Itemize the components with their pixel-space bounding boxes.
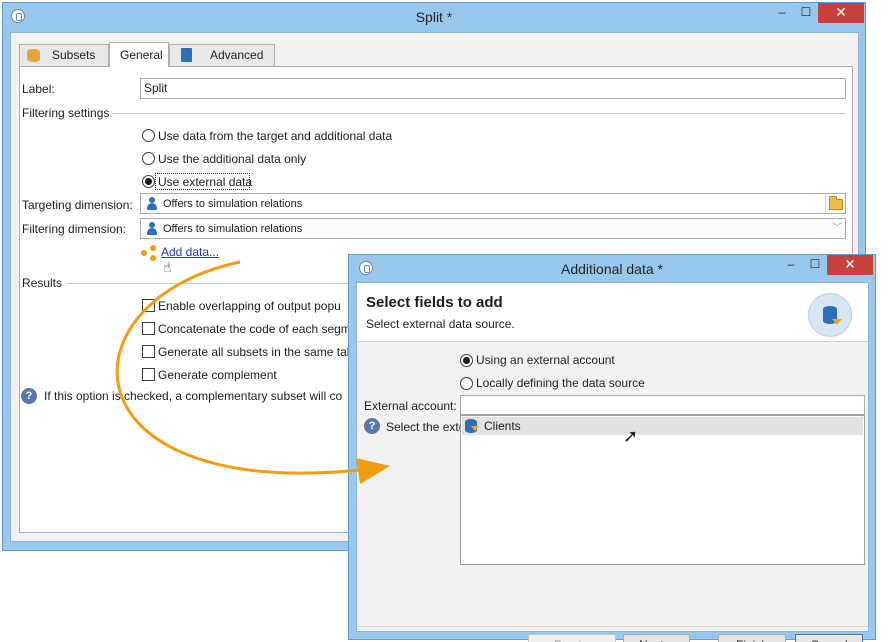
tab-subsets-label: Subsets: [52, 48, 96, 62]
radio-target-and-additional[interactable]: [142, 129, 155, 142]
results-help-text: If this option is checked, a complementa…: [44, 389, 343, 403]
maximize-button[interactable]: ☐: [794, 3, 818, 23]
checkbox-concatenate-code-label: Concatenate the code of each segm: [158, 322, 351, 336]
checkbox-same-table-label: Generate all subsets in the same tab: [158, 345, 354, 359]
results-heading: Results: [22, 276, 63, 290]
list-item-label: Clients: [484, 419, 521, 433]
split-window-title: Split *: [415, 9, 453, 25]
additional-data-client-area: Select fields to add Select external dat…: [356, 282, 869, 642]
checkbox-enable-overlapping-label: Enable overlapping of output popu: [158, 299, 341, 313]
tab-general[interactable]: General: [109, 42, 169, 67]
clipboard-icon: [181, 48, 192, 62]
person-icon: [147, 222, 157, 235]
footer-divider: [357, 626, 868, 627]
targeting-dimension-value: Offers to simulation relations: [163, 198, 303, 210]
radio-additional-only-label: Use the additional data only: [158, 152, 307, 166]
split-titlebar[interactable]: Split * – ☐ ✕: [3, 3, 865, 30]
down-arrow-icon: [471, 426, 479, 431]
radio-external-account-label: Using an external account: [476, 353, 615, 367]
external-account-input[interactable]: [460, 395, 865, 415]
finish-button[interactable]: Finish: [718, 634, 786, 642]
radio-external-account[interactable]: [460, 354, 473, 367]
external-help-text: Select the exte: [386, 420, 460, 434]
filtering-dimension-label: Filtering dimension:: [22, 222, 127, 236]
filtering-dimension-value: Offers to simulation relations: [163, 223, 303, 235]
tab-subsets[interactable]: Subsets: [19, 44, 109, 66]
mouse-cursor-icon: ➚: [623, 426, 639, 446]
targeting-dimension-label: Targeting dimension:: [22, 198, 133, 212]
database-icon: [808, 293, 852, 337]
maximize-button[interactable]: ☐: [803, 255, 827, 275]
checkbox-enable-overlapping[interactable]: [142, 299, 155, 312]
targeting-dimension-browse[interactable]: [825, 194, 845, 213]
share-icon: [141, 245, 157, 261]
additional-data-window: Additional data * – ☐ ✕ Select fields to…: [348, 254, 876, 642]
external-account-dropdown: Clients ➚: [460, 415, 865, 565]
wizard-header: Select fields to add Select external dat…: [357, 283, 868, 342]
label-field-label: Label:: [22, 82, 55, 96]
help-icon: ?: [21, 388, 37, 404]
filtering-dimension-select[interactable]: Offers to simulation relations ﹀: [140, 218, 846, 239]
radio-target-and-additional-label: Use data from the target and additional …: [158, 129, 393, 143]
folder-icon: [829, 196, 843, 210]
hand-cursor-icon: ☝: [163, 259, 172, 275]
minimize-button[interactable]: –: [779, 255, 803, 275]
filtering-settings-divider: [113, 113, 846, 114]
radio-additional-only[interactable]: [142, 152, 155, 165]
close-button[interactable]: ✕: [818, 3, 864, 23]
previous-button[interactable]: < Previous: [528, 634, 616, 642]
radio-external-data[interactable]: [142, 175, 155, 188]
add-data-link[interactable]: Add data...: [161, 245, 219, 259]
close-button[interactable]: ✕: [827, 255, 873, 275]
radio-local-source[interactable]: [460, 377, 473, 390]
database-icon: [27, 49, 40, 62]
radio-external-data-label: Use external data: [158, 175, 253, 189]
wizard-header-subtitle: Select external data source.: [366, 317, 515, 331]
targeting-dimension-field[interactable]: Offers to simulation relations: [140, 193, 846, 214]
external-account-label: External account:: [364, 399, 457, 413]
radio-local-source-label: Locally defining the data source: [476, 376, 645, 390]
list-item[interactable]: Clients: [462, 417, 863, 435]
label-input[interactable]: Split: [140, 78, 846, 99]
filtering-settings-heading: Filtering settings: [22, 106, 110, 120]
help-icon: ?: [364, 418, 380, 434]
person-icon: [147, 197, 157, 210]
checkbox-generate-complement-label: Generate complement: [158, 368, 277, 382]
tab-advanced[interactable]: Advanced: [169, 44, 275, 66]
next-button[interactable]: Next >: [623, 634, 690, 642]
wizard-header-title: Select fields to add: [366, 294, 503, 311]
chevron-down-icon[interactable]: ﹀: [832, 219, 842, 238]
checkbox-generate-complement[interactable]: [142, 368, 155, 381]
checkbox-same-table[interactable]: [142, 345, 155, 358]
minimize-button[interactable]: –: [770, 3, 794, 23]
checkbox-concatenate-code[interactable]: [142, 322, 155, 335]
tab-advanced-label: Advanced: [210, 48, 264, 62]
tab-general-label: General: [120, 48, 163, 62]
cancel-button[interactable]: Cancel: [795, 634, 863, 642]
